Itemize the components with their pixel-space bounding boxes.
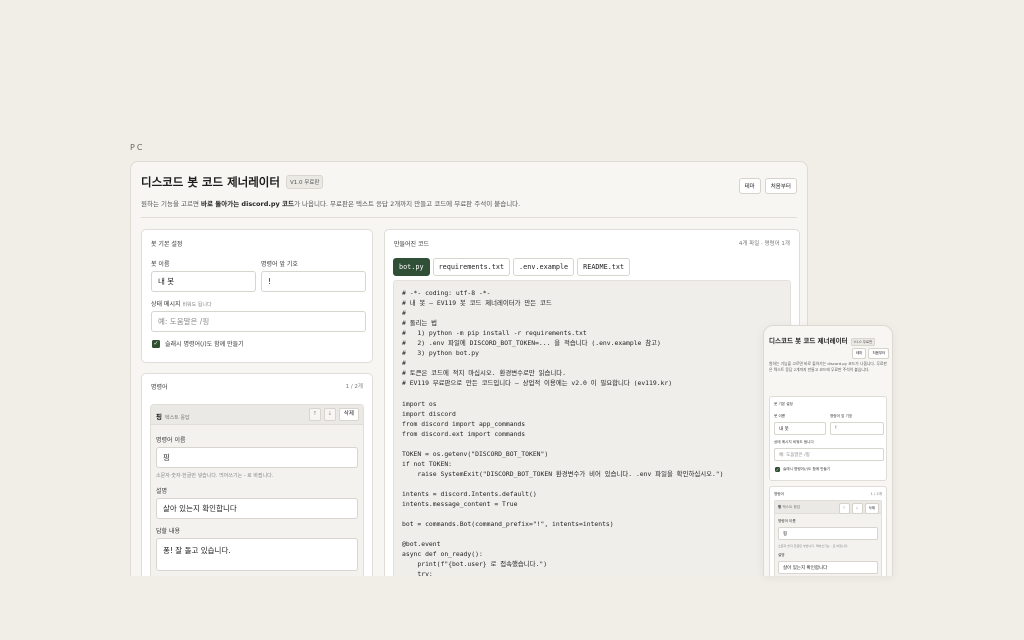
command-name: 핑 (156, 413, 162, 421)
file-tabs: bot.py requirements.txt .env.example REA… (393, 258, 631, 276)
commands-panel: 명령어 1 / 2개 핑 텍스트 응답 ↑ ↓ 삭제 명령어 이름 핑 소문자·숫… (141, 373, 373, 576)
status-label-text: 상태 메시지 (151, 301, 181, 308)
command-card-header: 핑 텍스트 응답 ↑ ↓ 삭제 (151, 405, 363, 425)
device-label: PC (130, 143, 145, 152)
code-viewer[interactable]: # -*- coding: utf-8 -*- # 내 봇 — EV119 봇 … (393, 280, 791, 576)
slash-option[interactable]: ✓ 슬래시 명령어(/)도 함께 만들기 (152, 339, 244, 348)
tab-readme[interactable]: README.txt (577, 258, 631, 276)
page-title: 디스코드 봇 코드 제너레이터 (141, 175, 280, 189)
mobile-command-card: 핑 텍스트 응답 ↑ ↓ 삭제 명령어 이름 핑 소문자·숫자·한글만 넣습니다… (774, 500, 882, 576)
mobile-slash-option[interactable]: ✓ 슬래시 명령어(/)도 함께 만들기 (775, 467, 830, 472)
bot-name-label: 봇 이름 (151, 261, 170, 268)
mobile-status-input[interactable]: 예: 도움말은 /핑 (774, 448, 884, 461)
panel-title: 봇 기본 설정 (151, 241, 183, 248)
code-meta: 4개 파일 · 명령어 1개 (738, 241, 790, 247)
code-panel: 만들어진 코드 4개 파일 · 명령어 1개 bot.py requiremen… (384, 229, 800, 576)
description-input[interactable]: 살아 있는지 확인합니다 (156, 498, 358, 519)
mobile-commands-count: 1 / 2개 (870, 492, 882, 496)
mobile-command-name: 핑 (778, 505, 782, 509)
mobile-delete-button[interactable]: 삭제 (864, 503, 879, 514)
mobile-reset-button[interactable]: 처음부터 (868, 348, 890, 359)
header-divider (141, 217, 797, 218)
page-subtitle: 원하는 기능을 고르면 바로 돌아가는 discord.py 코드가 나옵니다.… (141, 198, 797, 208)
theme-button[interactable]: 테마 (738, 178, 761, 194)
panel-title: 명령어 (151, 384, 168, 391)
mobile-bot-name-input[interactable]: 내 봇 (774, 422, 826, 435)
mobile-version-badge: V1.0 무료판 (850, 338, 876, 346)
subtitle-bold: 바로 돌아가는 discord.py 코드 (201, 200, 294, 208)
status-input[interactable]: 예: 도움말은 /핑 (151, 311, 366, 332)
mobile-basic-panel: 봇 기본 설정 봇 이름 내 봇 명령어 앞 기호 ! 상태 메시지 비워도 됩… (769, 396, 887, 481)
subtitle-text: 원하는 기능을 고르면 (141, 200, 202, 208)
command-name-hint: 소문자·숫자·한글만 넣습니다. 띄어쓰기는 - 로 바뀝니다. (156, 473, 274, 479)
prefix-input[interactable]: ! (261, 271, 366, 292)
move-up-button[interactable]: ↑ (308, 408, 321, 421)
mobile-prefix-label: 명령어 앞 기호 (830, 414, 853, 418)
mobile-command-name-label: 명령어 이름 (778, 519, 796, 523)
mobile-panel-title: 봇 기본 설정 (774, 402, 793, 406)
basic-settings-panel: 봇 기본 설정 봇 이름 내 봇 명령어 앞 기호 ! 상태 메시지 비워도 됩… (141, 229, 373, 363)
tab-requirements[interactable]: requirements.txt (432, 258, 511, 276)
slash-option-label: 슬래시 명령어(/)도 함께 만들기 (165, 341, 244, 348)
mobile-command-name-input[interactable]: 핑 (778, 527, 878, 540)
mobile-status-label: 상태 메시지 비워도 됩니다 (774, 440, 814, 444)
command-name-input[interactable]: 핑 (156, 447, 358, 468)
version-badge: V1.0 무료판 (285, 175, 324, 189)
delete-button[interactable]: 삭제 (338, 408, 359, 421)
mobile-title: 디스코드 봇 코드 제너레이터 V1.0 무료판 (769, 335, 876, 346)
mobile-bot-name-label: 봇 이름 (774, 414, 786, 418)
subtitle-text-end: 가 나옵니다. 무료판은 텍스트 응답 2개까지 만들고 코드에 무료판 주석이… (293, 200, 521, 208)
tab-bot-py[interactable]: bot.py (393, 258, 430, 276)
mobile-move-down-button[interactable]: ↓ (851, 503, 863, 514)
checkbox-checked-icon[interactable]: ✓ (152, 339, 160, 348)
panel-title: 만들어진 코드 (394, 241, 430, 248)
command-name-label: 명령어 이름 (156, 437, 186, 444)
mobile-command-type: 텍스트 응답 (782, 505, 801, 509)
mobile-commands-title: 명령어 (774, 492, 784, 496)
status-hint: 비워도 됩니다 (182, 302, 212, 308)
checkbox-checked-icon[interactable]: ✓ (775, 467, 780, 472)
mobile-commands-panel: 명령어 1 / 2개 핑 텍스트 응답 ↑ ↓ 삭제 명령어 이름 핑 소문자·… (769, 486, 887, 576)
command-type: 텍스트 응답 (164, 415, 190, 421)
description-label: 설명 (156, 488, 168, 495)
command-count: 1 / 2개 (345, 384, 363, 390)
app-header: 디스코드 봇 코드 제너레이터 V1.0 무료판 테마 처음부터 원하는 기능을… (141, 174, 797, 208)
command-card: 핑 텍스트 응답 ↑ ↓ 삭제 명령어 이름 핑 소문자·숫자·한글만 넣습니다.… (150, 404, 364, 576)
prefix-label: 명령어 앞 기호 (261, 261, 298, 268)
status-label: 상태 메시지 비워도 됩니다 (151, 299, 212, 308)
command-title: 핑 텍스트 응답 (156, 411, 190, 421)
mobile-description-input[interactable]: 살아 있는지 확인합니다 (778, 561, 878, 574)
mobile-move-up-button[interactable]: ↑ (838, 503, 850, 514)
reset-button[interactable]: 처음부터 (764, 178, 797, 194)
reply-textarea[interactable]: 퐁! 잘 돌고 있습니다. (156, 538, 358, 571)
mobile-command-title: 핑 텍스트 응답 (778, 505, 800, 510)
mobile-prefix-input[interactable]: ! (830, 422, 884, 435)
bot-name-input[interactable]: 내 봇 (151, 271, 256, 292)
desktop-window: 디스코드 봇 코드 제너레이터 V1.0 무료판 테마 처음부터 원하는 기능을… (130, 161, 808, 576)
mobile-subtitle: 원하는 기능을 고르면 바로 돌아가는 discord.py 코드가 나옵니다.… (769, 361, 887, 372)
mobile-slash-label: 슬래시 명령어(/)도 함께 만들기 (783, 467, 831, 471)
move-down-button[interactable]: ↓ (323, 408, 336, 421)
mobile-description-label: 설명 (778, 553, 785, 557)
mobile-preview: 디스코드 봇 코드 제너레이터 V1.0 무료판 테마 처음부터 원하는 기능을 … (763, 325, 893, 576)
mobile-theme-button[interactable]: 테마 (852, 348, 867, 359)
mobile-command-header: 핑 텍스트 응답 ↑ ↓ 삭제 (775, 501, 881, 514)
reply-label: 답할 내용 (156, 528, 180, 535)
tab-env-example[interactable]: .env.example (513, 258, 575, 276)
mobile-command-name-hint: 소문자·숫자·한글만 넣습니다. 띄어쓰기는 - 로 바뀝니다. (778, 544, 849, 548)
mobile-title-text: 디스코드 봇 코드 제너레이터 (769, 337, 848, 345)
